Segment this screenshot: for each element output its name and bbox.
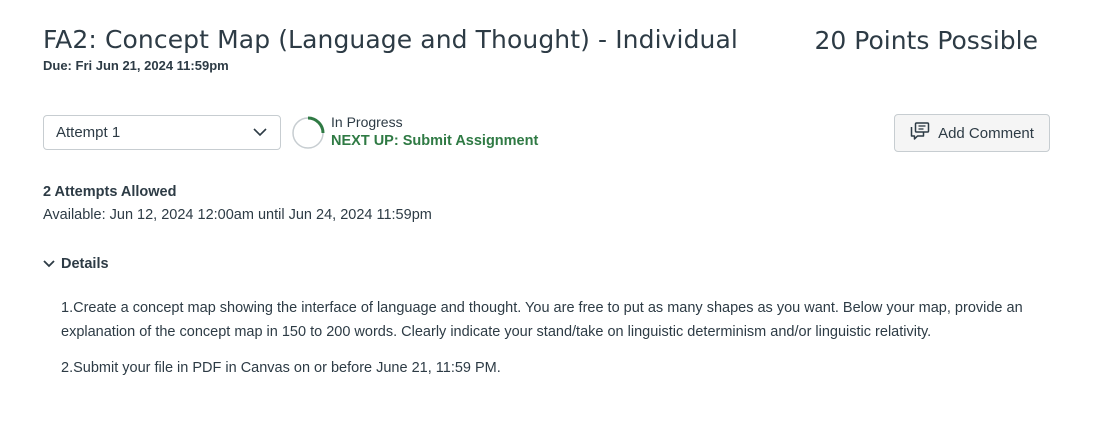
details-paragraph: 1.Create a concept map showing the inter… [61,300,1023,340]
status-text: In Progress [331,114,403,130]
points-possible: 20 Points Possible [814,26,1038,55]
details-paragraph: 2.Submit your file in PDF in Canvas on o… [61,360,501,376]
comment-icon [910,122,930,144]
details-toggle[interactable]: Details [43,256,109,272]
due-date: Due: Fri Jun 21, 2024 11:59pm [43,58,229,73]
add-comment-label: Add Comment [938,124,1034,142]
attempt-select[interactable]: Attempt 1 [43,115,281,150]
progress-ring-icon [291,116,325,150]
attempts-allowed: 2 Attempts Allowed [43,184,177,200]
assignment-title: FA2: Concept Map (Language and Thought) … [43,25,738,54]
chevron-down-icon [252,125,268,141]
attempt-select-value: Attempt 1 [56,124,121,141]
details-body: 1.Create a concept map showing the inter… [61,296,1051,392]
add-comment-button[interactable]: Add Comment [894,114,1050,152]
submission-status: In Progress NEXT UP: Submit Assignment [331,114,538,151]
details-heading: Details [61,256,109,272]
chevron-down-icon [43,256,55,272]
availability-dates: Available: Jun 12, 2024 12:00am until Ju… [43,207,432,223]
next-up-text: NEXT UP: Submit Assignment [331,133,539,149]
